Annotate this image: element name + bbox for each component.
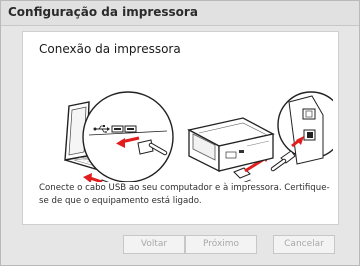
content-panel: Conexão da impressora Conecte o cabo USB… (22, 31, 339, 225)
printer-usb-port-zoom (270, 91, 333, 172)
computer-usb-port-zoom (82, 91, 174, 182)
window-title: Configuração da impressora (8, 5, 198, 19)
section-heading: Conexão da impressora (39, 42, 181, 56)
button-bar: Voltar Próximo Cancelar (1, 233, 359, 257)
instruction-text: Conecte o cabo USB ao seu computador e à… (39, 183, 330, 206)
printer-setup-window: Configuração da impressora Conexão da im… (0, 0, 360, 266)
usb-connection-illustration (64, 91, 333, 182)
title-bar: Configuração da impressora (1, 1, 359, 26)
next-button[interactable]: Próximo (185, 235, 257, 254)
back-button[interactable]: Voltar (123, 235, 185, 254)
cancel-button[interactable]: Cancelar (273, 235, 335, 254)
